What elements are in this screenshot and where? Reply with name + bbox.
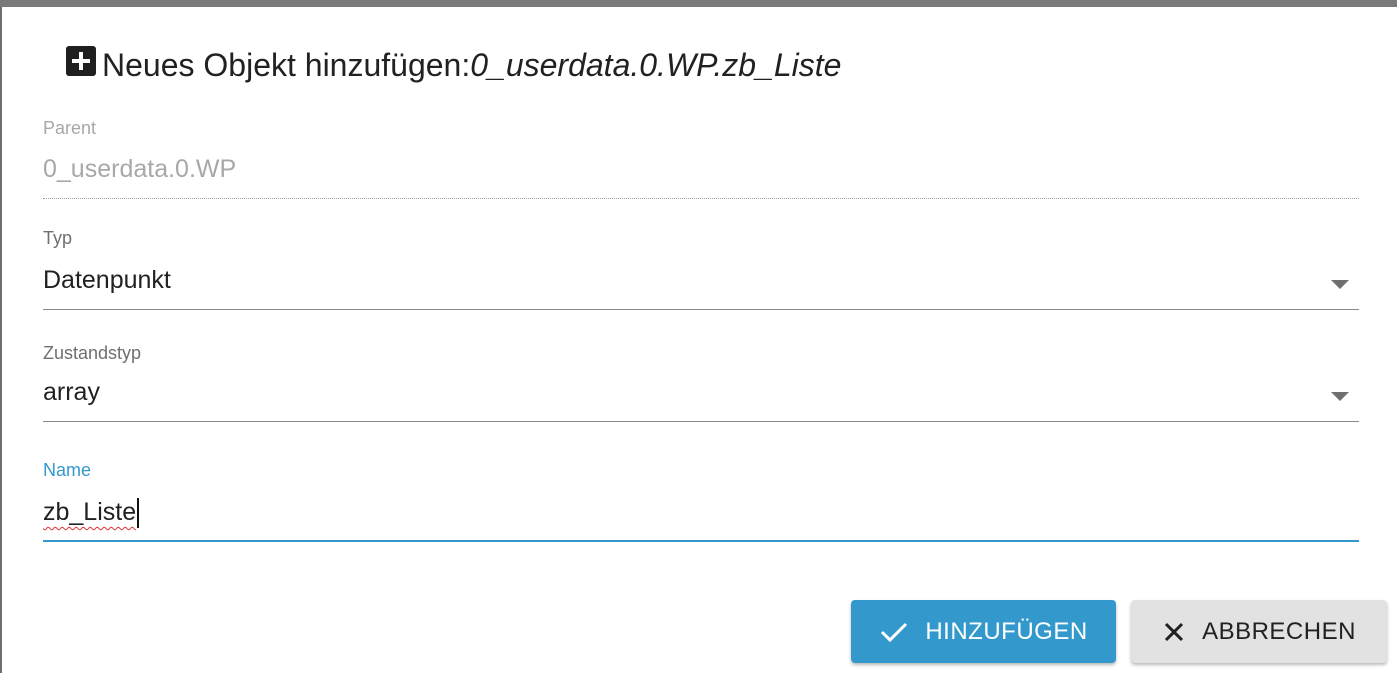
dialog-title: Neues Objekt hinzufügen: 0_userdata.0.WP.… [66, 45, 842, 84]
name-underline [43, 540, 1359, 542]
dialog-title-prefix: Neues Objekt hinzufügen: [102, 47, 471, 83]
state-type-underline [43, 421, 1359, 422]
type-label: Typ [43, 228, 73, 248]
dialog-title-object-id: 0_userdata.0.WP.zb_Liste [470, 47, 842, 83]
parent-value: 0_userdata.0.WP [43, 155, 237, 183]
state-type-chevron-down-icon[interactable] [1331, 392, 1349, 401]
add-button[interactable]: HINZUFÜGEN [851, 600, 1116, 663]
name-input[interactable]: zb_Liste [43, 498, 136, 527]
type-chevron-down-icon[interactable] [1331, 280, 1349, 289]
type-underline [43, 309, 1359, 310]
window-top-bar [0, 0, 1397, 7]
type-selected-value[interactable]: Datenpunkt [43, 266, 171, 295]
check-icon [881, 622, 908, 642]
plus-box-icon [66, 45, 96, 76]
parent-label: Parent [43, 118, 97, 138]
state-type-selected-value[interactable]: array [43, 378, 100, 407]
add-object-dialog: Neues Objekt hinzufügen: 0_userdata.0.WP.… [2, 7, 1397, 673]
text-cursor [137, 498, 139, 528]
state-type-label: Zustandstyp [43, 343, 142, 363]
parent-underline [43, 198, 1359, 199]
name-label: Name [43, 460, 92, 480]
add-button-label: HINZUFÜGEN [925, 617, 1088, 645]
close-icon [1165, 622, 1184, 641]
cancel-button-label: ABBRECHEN [1202, 617, 1356, 645]
cancel-button[interactable]: ABBRECHEN [1131, 600, 1387, 663]
